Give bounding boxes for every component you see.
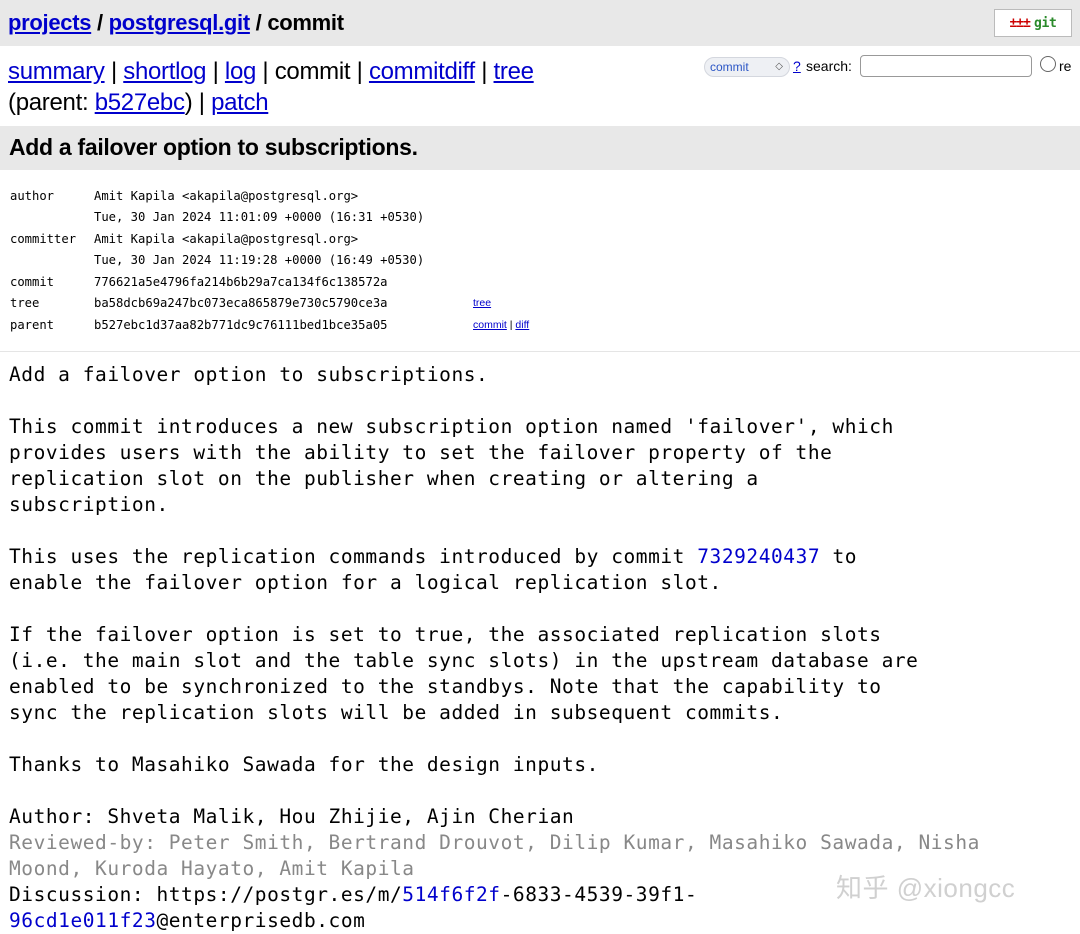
breadcrumb-repo-link[interactable]: postgresql.git xyxy=(109,10,251,35)
search-type-select[interactable]: commit ◇ xyxy=(704,57,790,77)
message-discussion-hash-link-2[interactable]: 96cd1e011f23 xyxy=(9,909,156,932)
nav-tree-link[interactable]: tree xyxy=(494,58,534,85)
meta-author-label: author xyxy=(10,189,55,203)
meta-parent-links: commit | diff xyxy=(473,315,529,336)
meta-committer-date: Tue, 30 Jan 2024 11:19:28 +0000 (16:49 +… xyxy=(94,253,425,267)
meta-commit-label: commit xyxy=(10,275,55,289)
message-paragraph-3: If the failover option is set to true, t… xyxy=(9,623,919,724)
meta-committer-label: committer xyxy=(10,232,77,246)
breadcrumb-separator: / xyxy=(249,10,268,35)
page-header: projects / postgresql.git / commit ±±± gi… xyxy=(0,0,1080,46)
commit-title-bar: Add a failover option to subscriptions. xyxy=(0,126,1080,170)
meta-tree-link[interactable]: tree xyxy=(473,297,491,309)
breadcrumb: projects / postgresql.git / commit xyxy=(8,10,344,36)
meta-tree-links: tree xyxy=(473,293,491,314)
message-author-line: Author: Shveta Malik, Hou Zhijie, Ajin C… xyxy=(9,805,575,828)
message-discussion-hash-link-1[interactable]: 514f6f2f xyxy=(402,883,500,906)
git-logo-text: git xyxy=(1033,16,1057,31)
search-label: search: xyxy=(806,58,852,74)
regex-checkbox[interactable] xyxy=(1040,56,1056,72)
search-help-link[interactable]: ? xyxy=(793,58,801,74)
nav-shortlog-link[interactable]: shortlog xyxy=(123,58,206,85)
breadcrumb-separator: / xyxy=(91,10,109,35)
message-discussion-suffix: @enterprisedb.com xyxy=(156,909,366,932)
nav-separator: | xyxy=(206,58,225,85)
message-summary-line: Add a failover option to subscriptions. xyxy=(9,363,489,386)
nav-row-1: summary | shortlog | log | commit | comm… xyxy=(8,56,534,87)
message-commit-hash-link[interactable]: 7329240437 xyxy=(697,545,820,568)
nav-row-2: (parent: b527ebc) | patch xyxy=(8,87,534,118)
nav-patch-link[interactable]: patch xyxy=(211,89,269,116)
nav-separator: | xyxy=(474,58,494,85)
meta-parent-diff-link[interactable]: diff xyxy=(515,319,529,331)
meta-parent-hash: b527ebc1d37aa82b771dc9c76111bed1bce35a05 xyxy=(94,318,388,332)
nav-parent-hash-link[interactable]: b527ebc xyxy=(95,89,185,116)
nav-separator: | xyxy=(350,58,369,85)
watermark: 知乎 @xiongcc xyxy=(836,873,1016,903)
message-paragraph-2-start: This uses the replication commands intro… xyxy=(9,545,698,568)
meta-parent-label: parent xyxy=(10,318,55,332)
nav-parent-prefix: (parent: xyxy=(8,89,95,116)
message-discussion-prefix: Discussion: https://postgr.es/m/ xyxy=(9,883,403,906)
nav-parent-suffix: ) | xyxy=(184,89,212,116)
meta-author-value: Amit Kapila <akapila@postgresql.org> xyxy=(94,189,359,203)
meta-tree-hash: ba58dcb69a247bc073eca865879e730c5790ce3a xyxy=(94,296,388,310)
message-paragraph-4: Thanks to Masahiko Sawada for the design… xyxy=(9,753,599,776)
nav-separator: | xyxy=(256,58,275,85)
commit-nav: summary | shortlog | log | commit | comm… xyxy=(8,56,534,118)
search-input[interactable] xyxy=(860,55,1032,77)
regex-label: re xyxy=(1059,58,1072,74)
meta-commit-hash: 776621a5e4796fa214b6b29a7ca134f6c138572a xyxy=(94,275,388,289)
nav-separator: | xyxy=(104,58,124,85)
breadcrumb-projects-link[interactable]: projects xyxy=(8,10,91,35)
commit-title[interactable]: Add a failover option to subscriptions. xyxy=(9,134,418,161)
message-paragraph-1: This commit introduces a new subscriptio… xyxy=(9,415,894,516)
nav-summary-link[interactable]: summary xyxy=(8,58,105,85)
breadcrumb-current: commit xyxy=(267,10,344,35)
search-type-value: commit xyxy=(710,60,749,74)
message-discussion-mid: -6833-4539-39f1- xyxy=(500,883,698,906)
meta-parent-commit-link[interactable]: commit xyxy=(473,319,507,331)
meta-committer-value: Amit Kapila <akapila@postgresql.org> xyxy=(94,232,359,246)
select-chevron-icon: ◇ xyxy=(775,61,783,72)
meta-author-date: Tue, 30 Jan 2024 11:01:09 +0000 (16:31 +… xyxy=(94,210,425,224)
nav-commitdiff-link[interactable]: commitdiff xyxy=(369,58,475,85)
nav-current-commit: commit xyxy=(274,58,351,85)
message-reviewed-by: Reviewed-by: Peter Smith, Bertrand Drouv… xyxy=(9,831,980,880)
nav-log-link[interactable]: log xyxy=(225,58,256,85)
git-logo-icon[interactable]: ±±± git xyxy=(994,9,1072,37)
git-logo-marks: ±±± xyxy=(1009,16,1031,31)
section-divider xyxy=(0,351,1080,352)
meta-tree-label: tree xyxy=(10,296,40,310)
commit-message: Add a failover option to subscriptions. … xyxy=(9,362,980,934)
